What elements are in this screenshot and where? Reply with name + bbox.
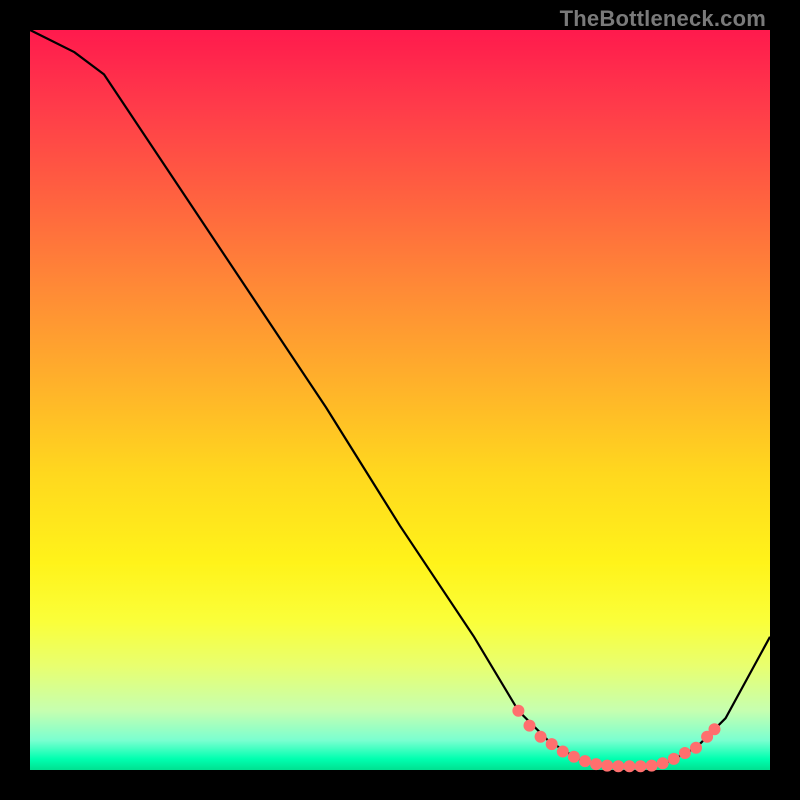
curve-marker (623, 760, 635, 772)
curve-marker (668, 753, 680, 765)
chart-svg (30, 30, 770, 770)
curve-marker (709, 723, 721, 735)
curve-marker (535, 731, 547, 743)
curve-marker (524, 720, 536, 732)
attribution-text: TheBottleneck.com (560, 6, 766, 32)
curve-marker (568, 751, 580, 763)
curve-marker (590, 758, 602, 770)
curve-marker (557, 746, 569, 758)
curve-marker (657, 757, 669, 769)
curve-marker (601, 760, 613, 772)
curve-marker (646, 760, 658, 772)
curve-marker (512, 705, 524, 717)
curve-marker (635, 760, 647, 772)
marker-group (512, 705, 720, 773)
plot-area (30, 30, 770, 770)
curve-marker (690, 742, 702, 754)
curve-marker (579, 755, 591, 767)
chart-frame: TheBottleneck.com (0, 0, 800, 800)
curve-marker (612, 760, 624, 772)
curve-marker (546, 738, 558, 750)
curve-marker (679, 747, 691, 759)
bottleneck-curve (30, 30, 770, 766)
